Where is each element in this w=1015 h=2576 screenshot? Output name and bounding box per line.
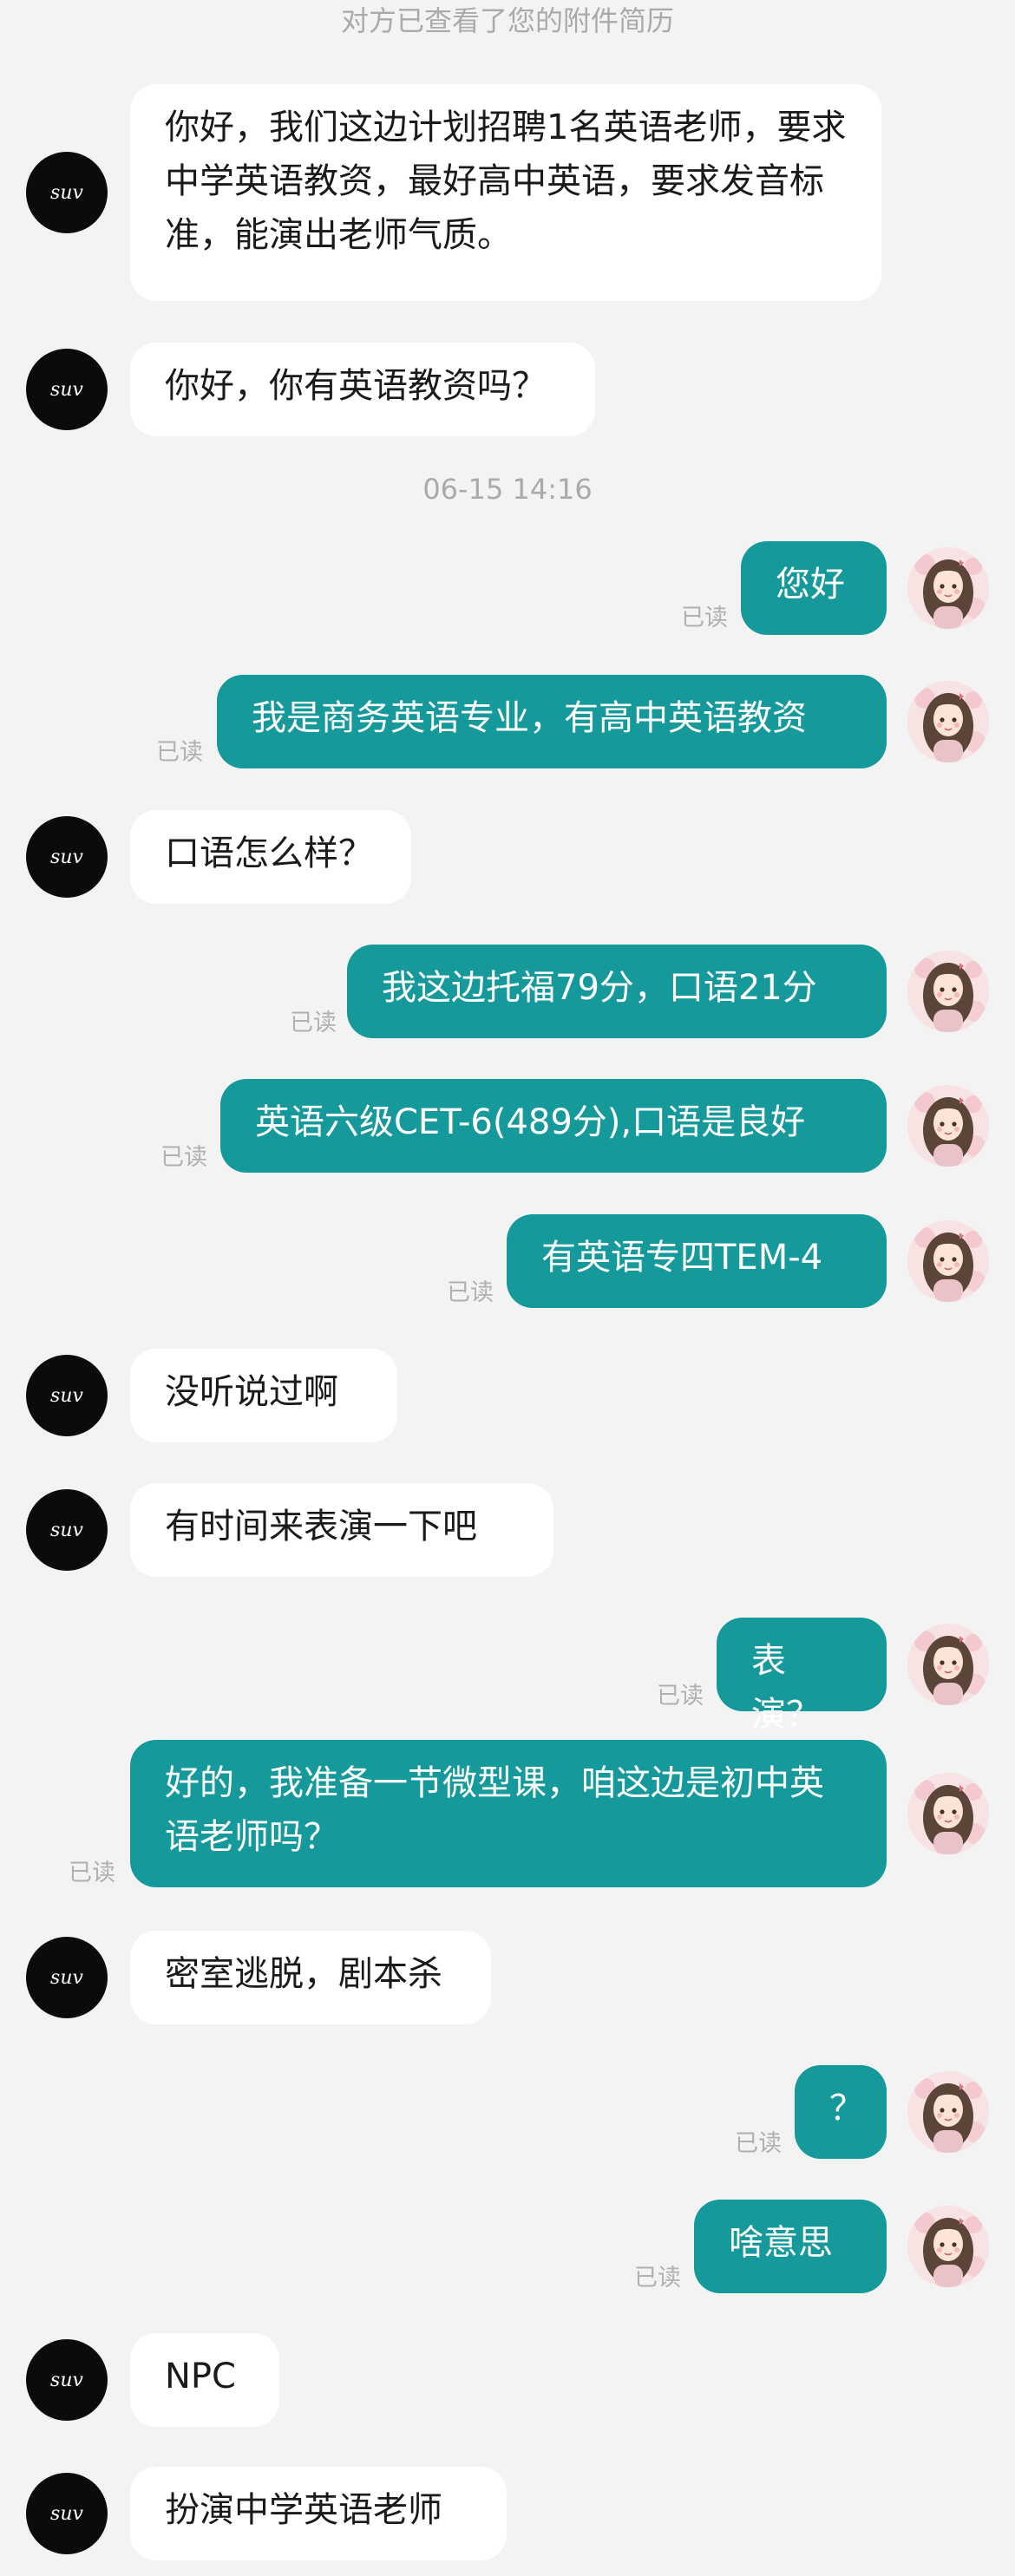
chat-thread[interactable]: 对方已查看了您的附件简历 06-15 14:16 suv 你好，我们这边计划招聘1…	[0, 0, 1015, 2576]
contact-avatar[interactable]: suv	[26, 349, 108, 430]
outgoing-message-bubble[interactable]: 有英语专四TEM-4	[507, 1214, 887, 1308]
cartoon-girl-icon	[907, 1624, 989, 1705]
suv-logo-text: suv	[50, 2370, 83, 2391]
outgoing-message-row: 英语六级CET-6(489分),口语是良好	[0, 1079, 1015, 1173]
outgoing-message-row: 我是商务英语专业，有高中英语教资	[0, 675, 1015, 768]
cartoon-girl-icon	[907, 951, 989, 1032]
outgoing-message-row: 好的，我准备一节微型课，咱这边是初中英语老师吗？	[0, 1740, 1015, 1887]
contact-avatar[interactable]: suv	[26, 1937, 108, 2018]
incoming-message-bubble[interactable]: 你好，你有英语教资吗？	[130, 343, 595, 436]
read-status: 已读	[447, 1279, 494, 1306]
incoming-message-row: suv 没听说过啊	[0, 1349, 1015, 1442]
suv-logo-text: suv	[50, 1520, 83, 1541]
read-status: 已读	[735, 2130, 782, 2157]
contact-avatar[interactable]: suv	[26, 1355, 108, 1436]
outgoing-message-row: 表演？	[0, 1618, 1015, 1735]
user-avatar[interactable]	[907, 2071, 989, 2153]
cartoon-girl-icon	[907, 1220, 989, 1302]
incoming-message-row: suv NPC	[0, 2333, 1015, 2427]
read-status: 已读	[156, 739, 203, 766]
outgoing-message-bubble[interactable]: 表演？	[717, 1618, 887, 1735]
suv-logo-icon: suv	[50, 2370, 83, 2391]
user-avatar[interactable]	[907, 2206, 989, 2287]
user-avatar[interactable]	[907, 1773, 989, 1854]
read-status: 已读	[290, 1010, 337, 1036]
user-avatar[interactable]	[907, 951, 989, 1032]
incoming-message-bubble[interactable]: 没听说过啊	[130, 1349, 397, 1442]
incoming-message-row: suv 密室逃脱，剧本杀	[0, 1931, 1015, 2024]
cartoon-girl-icon	[907, 1773, 989, 1854]
incoming-message-bubble[interactable]: NPC	[130, 2333, 279, 2427]
cartoon-girl-icon	[907, 2071, 989, 2153]
read-status: 已读	[634, 2265, 681, 2292]
outgoing-message-bubble[interactable]: 我这边托福79分，口语21分	[347, 945, 887, 1038]
user-avatar[interactable]	[907, 1085, 989, 1167]
suv-logo-icon: suv	[50, 1385, 83, 1407]
contact-avatar[interactable]: suv	[26, 152, 108, 233]
outgoing-message-row: 有英语专四TEM-4	[0, 1214, 1015, 1308]
outgoing-message-row: 我这边托福79分，口语21分	[0, 945, 1015, 1038]
user-avatar[interactable]	[907, 547, 989, 629]
incoming-message-bubble[interactable]: 你好，我们这边计划招聘1名英语老师，要求中学英语教资，最好高中英语，要求发音标准…	[130, 84, 881, 301]
outgoing-message-row: 您好	[0, 541, 1015, 635]
suv-logo-text: suv	[50, 379, 83, 401]
incoming-message-bubble[interactable]: 密室逃脱，剧本杀	[130, 1931, 491, 2024]
read-status: 已读	[657, 1683, 704, 1710]
incoming-message-row: suv 口语怎么样？	[0, 810, 1015, 904]
suv-logo-text: suv	[50, 1967, 83, 1989]
suv-logo-text: suv	[50, 182, 83, 204]
contact-avatar[interactable]: suv	[26, 816, 108, 898]
outgoing-message-bubble[interactable]: 我是商务英语专业，有高中英语教资	[217, 675, 887, 768]
read-status: 已读	[681, 605, 728, 631]
suv-logo-icon: suv	[50, 2503, 83, 2525]
user-avatar[interactable]	[907, 1220, 989, 1302]
user-avatar[interactable]	[907, 681, 989, 762]
incoming-message-row: suv 扮演中学英语老师	[0, 2467, 1015, 2560]
outgoing-message-row: ？	[0, 2065, 1015, 2159]
outgoing-message-bubble[interactable]: 您好	[741, 541, 887, 635]
cartoon-girl-icon	[907, 2206, 989, 2287]
incoming-message-row: suv 你好，你有英语教资吗？	[0, 343, 1015, 436]
suv-logo-text: suv	[50, 1385, 83, 1407]
suv-logo-icon: suv	[50, 1520, 83, 1541]
contact-avatar[interactable]: suv	[26, 2473, 108, 2554]
incoming-message-row: suv 有时间来表演一下吧	[0, 1483, 1015, 1577]
read-status: 已读	[69, 1860, 115, 1886]
cartoon-girl-icon	[907, 547, 989, 629]
suv-logo-icon: suv	[50, 847, 83, 868]
contact-avatar[interactable]: suv	[26, 1489, 108, 1571]
read-status: 已读	[160, 1144, 207, 1171]
outgoing-message-bubble[interactable]: 英语六级CET-6(489分),口语是良好	[220, 1079, 887, 1173]
outgoing-message-bubble[interactable]: ？	[795, 2065, 887, 2159]
suv-logo-icon: suv	[50, 182, 83, 204]
timestamp: 06-15 14:16	[422, 473, 593, 506]
suv-logo-icon: suv	[50, 379, 83, 401]
suv-logo-text: suv	[50, 2503, 83, 2525]
suv-logo-icon: suv	[50, 1967, 83, 1989]
incoming-message-row: suv 你好，我们这边计划招聘1名英语老师，要求中学英语教资，最好高中英语，要求发…	[0, 84, 1015, 301]
incoming-message-bubble[interactable]: 扮演中学英语老师	[130, 2467, 507, 2560]
user-avatar[interactable]	[907, 1624, 989, 1705]
incoming-message-bubble[interactable]: 口语怎么样？	[130, 810, 411, 904]
outgoing-message-bubble[interactable]: 啥意思	[694, 2200, 887, 2293]
contact-avatar[interactable]: suv	[26, 2339, 108, 2421]
outgoing-message-bubble[interactable]: 好的，我准备一节微型课，咱这边是初中英语老师吗？	[130, 1740, 887, 1887]
cartoon-girl-icon	[907, 681, 989, 762]
suv-logo-text: suv	[50, 847, 83, 868]
incoming-message-bubble[interactable]: 有时间来表演一下吧	[130, 1483, 553, 1577]
outgoing-message-row: 啥意思	[0, 2200, 1015, 2293]
cartoon-girl-icon	[907, 1085, 989, 1167]
resume-viewed-notice: 对方已查看了您的附件简历	[340, 4, 674, 37]
